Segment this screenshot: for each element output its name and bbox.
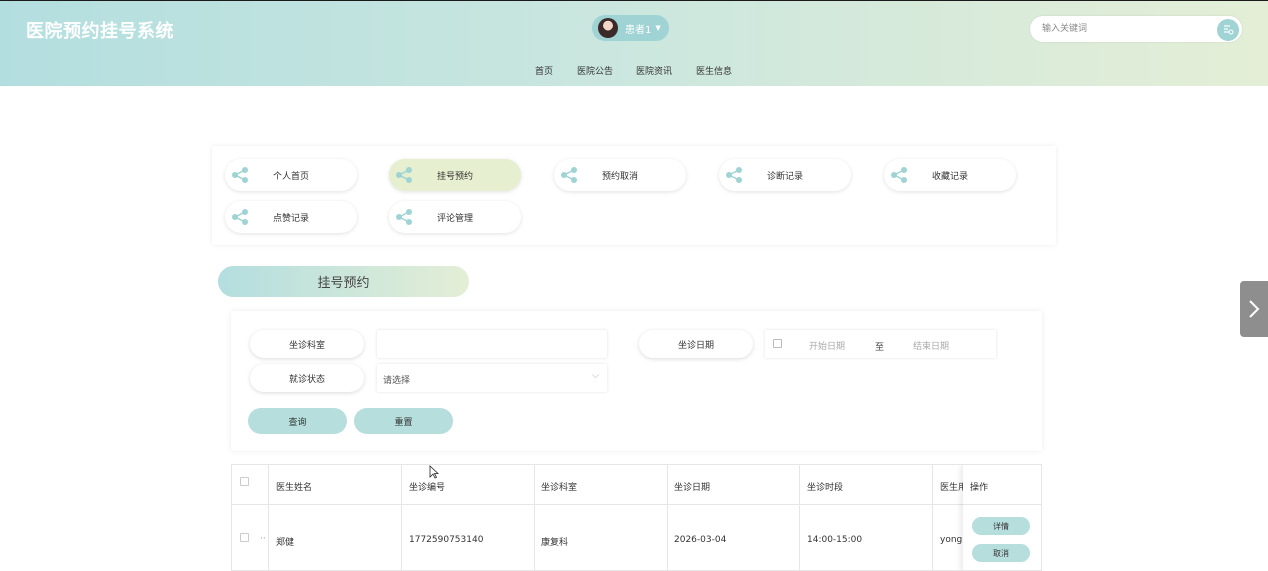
column-header[interactable]: 坐诊时段: [807, 480, 843, 493]
menu-item-cancel[interactable]: 预约取消: [554, 159, 686, 191]
visit-no-cell: 1772590753140: [409, 535, 484, 545]
start-date[interactable]: 开始日期: [809, 339, 845, 352]
user-menu-panel: 个人首页 挂号预约 预约取消 诊断记录 收藏记录 点赞记录 评论管理: [212, 146, 1056, 245]
chevron-down-icon: ▼: [655, 24, 661, 32]
calendar-icon: [773, 339, 782, 348]
column-header[interactable]: 坐诊编号: [409, 480, 445, 493]
nav-announcements[interactable]: 医院公告: [577, 64, 613, 77]
search-input[interactable]: [1042, 21, 1202, 37]
user-menu[interactable]: 患者1 ▼: [592, 15, 669, 41]
menu-label: 个人首页: [273, 172, 310, 182]
share-icon: [232, 209, 248, 225]
share-icon: [726, 167, 742, 183]
status-label: 就诊状态: [250, 364, 364, 392]
reset-button[interactable]: 重置: [354, 408, 453, 434]
detail-button[interactable]: 详情: [972, 517, 1030, 535]
share-icon: [396, 167, 412, 183]
menu-label: 预约取消: [602, 172, 639, 182]
chevron-down-icon: ⌵: [592, 371, 599, 381]
menu-label: 评论管理: [437, 214, 474, 224]
site-title: 医院预约挂号系统: [26, 21, 174, 42]
avatar: [598, 18, 618, 38]
search-icon[interactable]: [1217, 19, 1239, 41]
mouse-cursor-icon: [429, 465, 439, 479]
row-ellipsis: ··: [260, 534, 266, 544]
search-box: [1030, 16, 1242, 42]
dept-label: 坐诊科室: [250, 330, 364, 358]
menu-label: 点赞记录: [273, 214, 310, 224]
doctor-name-cell: 郑健: [276, 538, 295, 548]
nav-news[interactable]: 医院资讯: [636, 64, 672, 77]
user-name: 患者1: [625, 24, 652, 36]
date-cell: 2026-03-04: [674, 535, 727, 545]
share-icon: [561, 167, 577, 183]
select-all-checkbox[interactable]: [240, 477, 249, 486]
column-header[interactable]: 坐诊日期: [674, 480, 710, 493]
date-label: 坐诊日期: [639, 330, 753, 358]
status-select[interactable]: 请选择 ⌵: [377, 364, 607, 392]
column-header[interactable]: 坐诊科室: [541, 480, 577, 493]
appointment-table: 医生姓名 坐诊编号 坐诊科室 坐诊日期 坐诊时段 医生用 ·· 郑健 17725…: [231, 464, 1042, 571]
menu-item-profile[interactable]: 个人首页: [225, 159, 357, 191]
menu-item-likes[interactable]: 点赞记录: [225, 201, 357, 233]
status-select-value: 请选择: [383, 376, 411, 386]
menu-item-diagnosis[interactable]: 诊断记录: [719, 159, 851, 191]
time-slot-cell: 14:00-15:00: [807, 535, 863, 545]
operations-column: 操作 详情 取消: [963, 465, 1041, 570]
date-range-picker[interactable]: 开始日期 至 结束日期: [765, 330, 996, 358]
menu-label: 收藏记录: [932, 172, 969, 182]
dept-input[interactable]: [377, 330, 607, 358]
chevron-right-icon[interactable]: [1240, 281, 1268, 337]
filter-panel: 坐诊科室 坐诊日期 开始日期 至 结束日期 就诊状态 请选择 ⌵ 查询 重置: [231, 311, 1042, 451]
date-range-separator: 至: [875, 343, 885, 353]
column-header[interactable]: 医生姓名: [276, 480, 312, 493]
row-checkbox[interactable]: [240, 533, 249, 542]
cancel-button[interactable]: 取消: [972, 544, 1030, 562]
nav-home[interactable]: 首页: [535, 64, 553, 77]
share-icon: [396, 209, 412, 225]
menu-label: 挂号预约: [437, 172, 474, 182]
menu-label: 诊断记录: [767, 172, 804, 182]
nav-doctors[interactable]: 医生信息: [696, 64, 732, 77]
query-button[interactable]: 查询: [248, 408, 347, 434]
menu-item-comments[interactable]: 评论管理: [389, 201, 521, 233]
column-header: 操作: [970, 483, 989, 493]
top-header: 医院预约挂号系统 患者1 ▼ 首页 医院公告 医院资讯 医生信息: [0, 0, 1268, 86]
share-icon: [232, 167, 248, 183]
section-title: 挂号预约: [218, 266, 469, 297]
dept-cell: 康复科: [541, 538, 569, 548]
menu-item-appointment[interactable]: 挂号预约: [389, 159, 521, 191]
share-icon: [891, 167, 907, 183]
end-date[interactable]: 结束日期: [913, 339, 949, 352]
menu-item-favorites[interactable]: 收藏记录: [884, 159, 1016, 191]
